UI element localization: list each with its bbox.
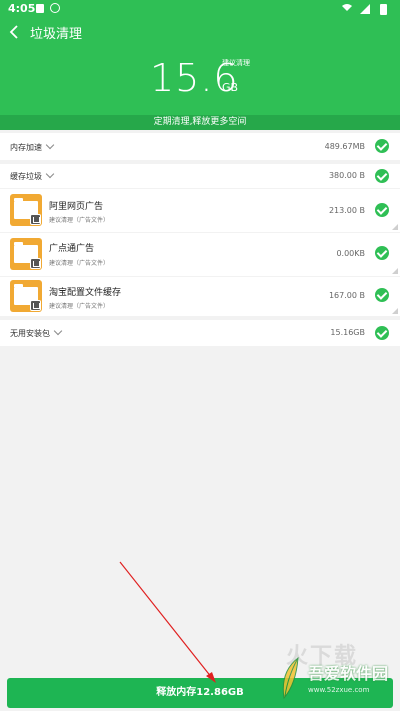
suggest-tag: 建议清理 [222,59,250,67]
check-circle-icon[interactable] [375,203,389,217]
page-title: 垃圾清理 [30,27,83,42]
item-size: 213.00 B [328,206,365,215]
leaf-logo-icon [282,656,299,700]
item-subtitle: 建议清理（广告文件） [49,217,110,224]
item-size: 0.00KB [336,249,365,258]
list-item[interactable]: 阿里网页广告 建议清理（广告文件） 213.00 B [0,189,400,232]
notification-icon [36,4,44,13]
watermark-brand: 吾爱软件园 [308,664,389,683]
section-cache-junk[interactable]: 缓存垃圾 380.00 B [0,164,400,188]
check-circle-icon[interactable] [375,326,389,340]
chevron-down-icon [53,326,63,336]
status-bar: 4:05 [0,0,400,18]
status-icons [342,4,387,15]
item-size: 167.00 B [328,291,365,300]
folder-icon [10,280,42,312]
item-name: 广点通广告 [49,244,95,254]
trash-icon [30,300,41,311]
folder-icon [10,194,42,226]
status-time: 4:05 [8,2,36,15]
item-subtitle: 建议清理（广告文件） [49,260,110,267]
top-bar: 垃圾清理 [0,20,400,44]
chevron-down-icon [45,169,55,179]
section-value: 489.67MB [324,142,365,151]
folder-icon [10,238,42,270]
check-circle-icon[interactable] [375,169,389,183]
section-label: 无用安装包 [10,326,63,339]
check-circle-icon[interactable] [375,139,389,153]
trash-icon [30,214,41,225]
check-circle-icon[interactable] [375,246,389,260]
section-label: 缓存垃圾 [10,169,55,182]
item-name: 阿里网页广告 [49,202,104,212]
back-arrow-icon[interactable] [6,20,24,44]
list-item[interactable]: 淘宝配置文件缓存 建议清理（广告文件） 167.00 B [0,277,400,316]
section-label: 内存加速 [10,140,55,153]
section-value: 15.16GB [330,328,365,337]
watermark-url: www.52zxue.com [308,686,370,694]
section-unused-packages[interactable]: 无用安装包 15.16GB [0,320,400,346]
header: 4:05 垃圾清理 15.6 建议清理 GB 定期清理,释放更多空间 [0,0,400,130]
tip-banner: 定期清理,释放更多空间 [0,115,400,130]
trash-icon [30,258,41,269]
corner-mark [392,308,398,314]
watermark: 火下载 吾爱软件园 www.52zxue.com [278,644,396,708]
section-value: 380.00 B [328,171,365,180]
check-circle-icon[interactable] [375,288,389,302]
chevron-down-icon [45,140,55,150]
list-item[interactable]: 广点通广告 建议清理（广告文件） 0.00KB [0,233,400,276]
sync-icon [50,3,60,13]
corner-mark [392,224,398,230]
item-subtitle: 建议清理（广告文件） [49,303,110,310]
section-memory-boost[interactable]: 内存加速 489.67MB [0,133,400,160]
item-name: 淘宝配置文件缓存 [49,288,122,298]
corner-mark [392,268,398,274]
junk-size-unit: GB [222,81,239,94]
